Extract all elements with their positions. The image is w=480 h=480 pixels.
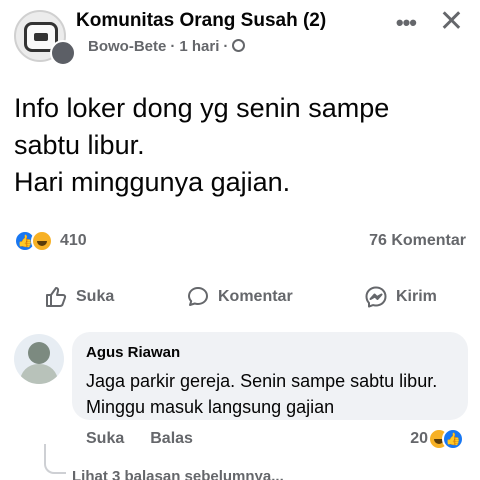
post-meta: Bowo-Bete · 1 hari ·: [88, 38, 246, 55]
comment-bubble-icon: [188, 287, 208, 306]
post-line-2: sabtu libur.: [14, 130, 145, 160]
haha-icon[interactable]: [31, 230, 53, 252]
thumbs-up-icon: [46, 287, 67, 307]
like-label: Suka: [76, 288, 115, 305]
close-icon[interactable]: ✕: [439, 4, 464, 39]
comment-like-button[interactable]: Suka: [86, 430, 124, 447]
more-options-icon[interactable]: •••: [396, 10, 417, 36]
globe-icon: [232, 39, 246, 52]
action-bar: Suka Komentar Kirim: [0, 282, 480, 312]
author-name[interactable]: Bowo-Bete: [88, 38, 166, 55]
commenter-name[interactable]: Agus Riawan: [86, 344, 180, 361]
comment-count[interactable]: 76 Komentar: [369, 232, 466, 250]
group-name[interactable]: Komunitas Orang Susah (2): [76, 10, 326, 32]
messenger-icon: [365, 286, 387, 308]
like-button[interactable]: Suka: [44, 282, 114, 312]
post-line-1: Info loker dong yg senin sampe: [14, 93, 390, 123]
view-previous-replies-link[interactable]: Lihat 3 balasan sebelumnya...: [72, 468, 284, 480]
reactions-bar: 👍 410 76 Komentar: [14, 230, 466, 254]
send-button[interactable]: Kirim: [364, 282, 437, 312]
comment-like-icon: 👍: [442, 428, 464, 450]
reaction-count[interactable]: 410: [60, 232, 87, 250]
post-time[interactable]: 1 hari: [179, 38, 219, 55]
comment-actions: Suka Balas: [86, 430, 219, 448]
author-avatar[interactable]: [50, 40, 76, 66]
post-line-3: Hari minggunya gajian.: [14, 167, 291, 197]
meta-separator: ·: [170, 38, 176, 55]
reply-thread-line: [44, 444, 66, 474]
comment-label: Komentar: [218, 288, 293, 305]
send-label: Kirim: [396, 288, 437, 305]
comment-reply-button[interactable]: Balas: [150, 430, 193, 447]
commenter-avatar[interactable]: [14, 334, 64, 384]
post-header: Komunitas Orang Susah (2) Bowo-Bete · 1 ha…: [14, 5, 470, 66]
comment-button[interactable]: Komentar: [186, 282, 293, 312]
comment-text: Jaga parkir gereja. Senin sampe sabtu li…: [86, 371, 438, 417]
comment-reaction-count: 20: [410, 430, 428, 447]
meta-separator-2: ·: [223, 38, 229, 55]
post-body: Info loker dong yg senin sampe sabtu lib…: [14, 90, 466, 201]
